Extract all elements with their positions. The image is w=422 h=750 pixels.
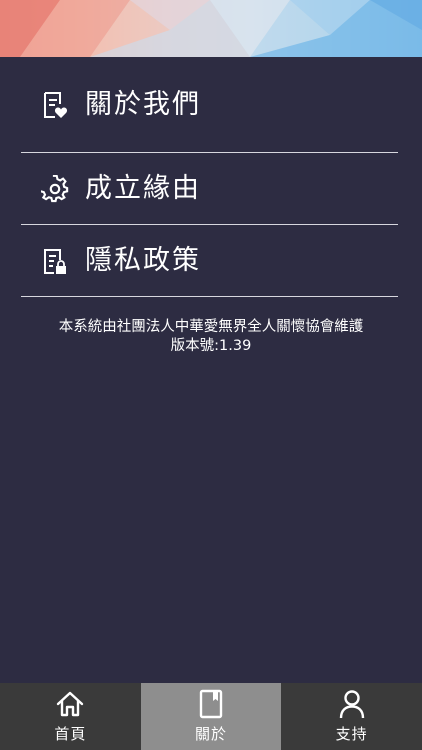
person-icon bbox=[337, 689, 367, 719]
version-text: 版本號:1.39 bbox=[170, 338, 252, 354]
bottom-tab-bar: 首頁 關於 支持 bbox=[0, 683, 422, 750]
menu-item-label: 成立緣由 bbox=[85, 173, 201, 204]
gear-icon bbox=[41, 174, 69, 203]
menu-item-privacy-policy[interactable]: 隱私政策 bbox=[21, 225, 398, 297]
maintainer-text: 本系統由社團法人中華愛無界全人關懷協會維護 bbox=[58, 319, 364, 335]
about-menu: 關於我們 成立緣由 隱私政策 bbox=[0, 57, 422, 297]
menu-item-founding-reason[interactable]: 成立緣由 bbox=[21, 153, 398, 225]
tab-about[interactable]: 關於 bbox=[140, 683, 282, 750]
tab-label: 支持 bbox=[335, 725, 368, 743]
book-icon bbox=[196, 689, 226, 719]
maintainer-note: 本系統由社團法人中華愛無界全人關懷協會維護 版本號:1.39 bbox=[0, 318, 422, 356]
tab-label: 關於 bbox=[195, 725, 228, 743]
document-lock-icon bbox=[41, 247, 69, 275]
document-heart-icon bbox=[41, 91, 69, 119]
menu-item-label: 關於我們 bbox=[85, 89, 201, 120]
menu-item-label: 隱私政策 bbox=[85, 245, 201, 276]
tab-label: 首頁 bbox=[54, 725, 87, 743]
banner-polygon-pattern bbox=[0, 0, 422, 57]
tab-home[interactable]: 首頁 bbox=[0, 683, 141, 750]
menu-item-about-us[interactable]: 關於我們 bbox=[21, 57, 398, 153]
header-banner bbox=[0, 0, 422, 57]
home-icon bbox=[55, 689, 85, 719]
tab-support[interactable]: 支持 bbox=[281, 683, 422, 750]
